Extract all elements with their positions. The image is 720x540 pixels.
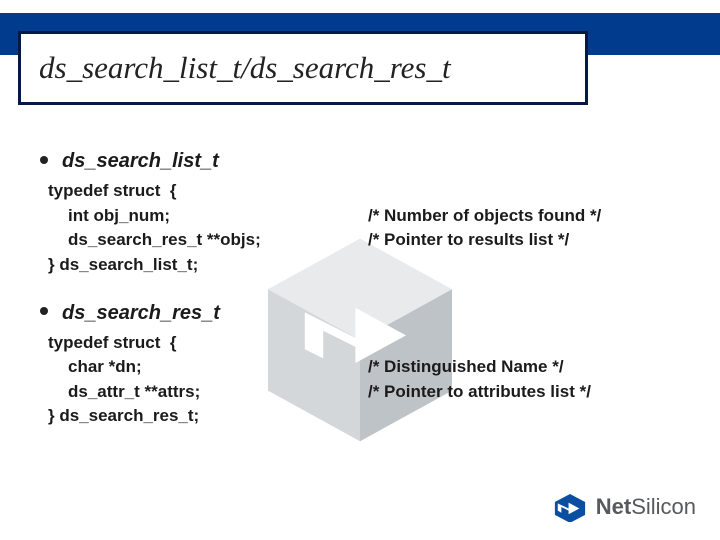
code-left: char *dn; [40,355,368,380]
logo-text: NetSilicon [596,494,696,520]
code-comment [348,179,680,204]
code-comment [348,253,680,278]
section-heading: ds_search_res_t [40,302,680,325]
bullet-icon [40,156,48,164]
content-area: ds_search_list_t typedef struct { int ob… [40,140,680,429]
code-left: typedef struct { [40,331,348,356]
section-heading: ds_search_list_t [40,150,680,173]
slide-title: ds_search_list_t/ds_search_res_t [39,50,451,86]
code-line: ds_search_res_t **objs; /* Pointer to re… [40,228,680,253]
code-left: ds_search_res_t **objs; [40,228,368,253]
code-line: int obj_num; /* Number of objects found … [40,204,680,229]
code-line: } ds_search_res_t; [40,404,680,429]
bullet-icon [40,307,48,315]
code-line: typedef struct { [40,179,680,204]
code-line: ds_attr_t **attrs; /* Pointer to attribu… [40,380,680,405]
code-left: ds_attr_t **attrs; [40,380,368,405]
spacer [40,278,680,292]
logo-brand-1: Net [596,494,631,519]
code-comment: /* Pointer to attributes list */ [368,380,680,405]
title-box: ds_search_list_t/ds_search_res_t [18,31,588,105]
logo-brand-2: Silicon [631,494,696,519]
code-comment [348,331,680,356]
section-heading-text: ds_search_res_t [62,302,220,324]
code-line: char *dn; /* Distinguished Name */ [40,355,680,380]
code-left: typedef struct { [40,179,348,204]
code-left: } ds_search_res_t; [40,404,348,429]
code-left: int obj_num; [40,204,368,229]
code-comment: /* Pointer to results list */ [368,228,680,253]
code-line: typedef struct { [40,331,680,356]
section-heading-text: ds_search_list_t [62,150,219,172]
footer-logo: NetSilicon [552,492,696,522]
code-left: } ds_search_list_t; [40,253,348,278]
code-line: } ds_search_list_t; [40,253,680,278]
code-comment: /* Distinguished Name */ [368,355,680,380]
code-comment: /* Number of objects found */ [368,204,680,229]
netsilicon-logo-icon [552,492,588,522]
code-comment [348,404,680,429]
